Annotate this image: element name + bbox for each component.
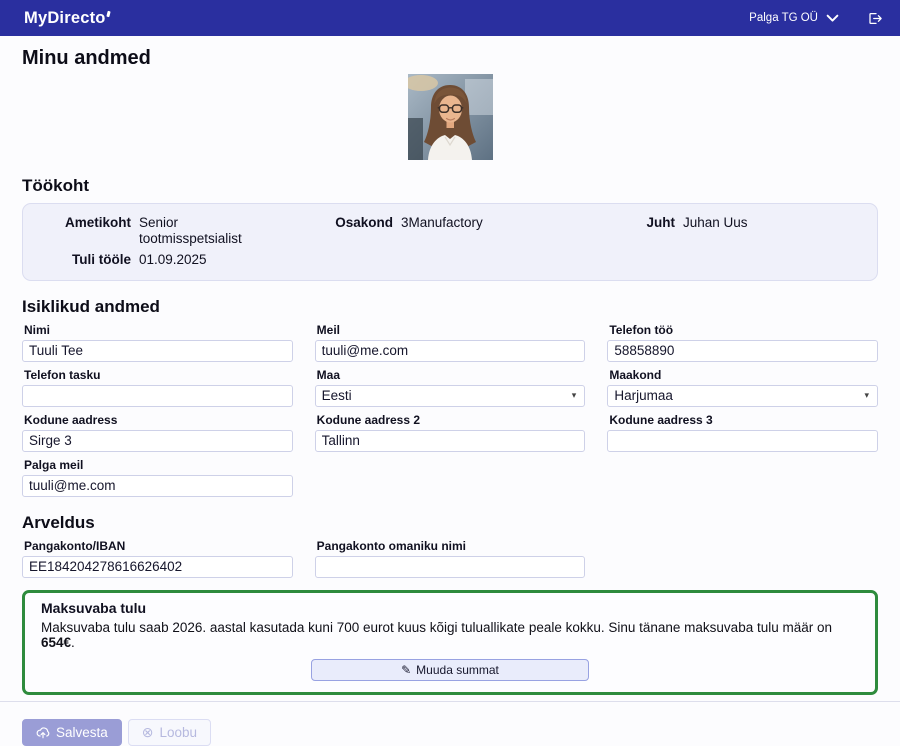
chevron-down-icon (826, 14, 839, 23)
pangakonto-omaniku-nimi-label: Pangakonto omaniku nimi (317, 539, 586, 553)
select-arrow-icon: ▾ (572, 391, 577, 400)
field-maa: Maa Eesti ▾ (315, 368, 586, 407)
edit-amount-label: Muuda summat (416, 663, 499, 677)
nimi-input[interactable] (22, 340, 293, 362)
profile-photo (408, 74, 493, 160)
tuli-toole-value: 01.09.2025 (139, 252, 289, 268)
billing-heading: Arveldus (22, 513, 878, 533)
field-telefon-tasku: Telefon tasku (22, 368, 293, 407)
footer-actions: Salvesta ⊗ Loobu (22, 719, 878, 746)
maa-label: Maa (317, 368, 586, 382)
kodune-aadress-2-input[interactable] (315, 430, 586, 452)
field-pangakonto-iban: Pangakonto/IBAN (22, 539, 293, 578)
maa-select-value: Eesti (322, 388, 352, 403)
kodune-aadress-input[interactable] (22, 430, 293, 452)
tax-exempt-card: Maksuvaba tulu Maksuvaba tulu saab 2026.… (22, 590, 878, 695)
cancel-button[interactable]: ⊗ Loobu (128, 719, 211, 746)
maakond-select-value: Harjumaa (614, 388, 673, 403)
tax-exempt-text: Maksuvaba tulu saab 2026. aastal kasutad… (41, 620, 859, 650)
field-meil: Meil (315, 323, 586, 362)
save-button-label: Salvesta (56, 725, 108, 740)
field-kodune-aadress-2: Kodune aadress 2 (315, 413, 586, 452)
tax-exempt-heading: Maksuvaba tulu (41, 600, 859, 616)
field-kodune-aadress-3: Kodune aadress 3 (607, 413, 878, 452)
cancel-circle-icon: ⊗ (142, 725, 154, 739)
kodune-aadress-3-input[interactable] (607, 430, 878, 452)
osakond-label: Osakond (297, 215, 393, 247)
kodune-aadress-3-label: Kodune aadress 3 (609, 413, 878, 427)
telefon-too-input[interactable] (607, 340, 878, 362)
main-content: Minu andmed Töökoht Ametikoht (0, 47, 900, 746)
personal-heading: Isiklikud andmed (22, 297, 878, 317)
meil-input[interactable] (315, 340, 586, 362)
pencil-icon: ✎ (401, 663, 411, 677)
osakond-value: 3Manufactory (401, 215, 611, 247)
field-kodune-aadress: Kodune aadress (22, 413, 293, 452)
palga-meil-input[interactable] (22, 475, 293, 497)
workplace-card: Ametikoht Senior tootmisspetsialist Osak… (22, 203, 878, 281)
save-button[interactable]: Salvesta (22, 719, 122, 746)
billing-form: Pangakonto/IBAN Pangakonto omaniku nimi (22, 539, 878, 578)
logout-icon (867, 11, 882, 26)
logout-button[interactable] (865, 9, 884, 28)
page-title: Minu andmed (22, 47, 878, 70)
logo-text: MyDirecto (24, 9, 106, 28)
maakond-label: Maakond (609, 368, 878, 382)
maakond-select[interactable]: Harjumaa ▾ (607, 385, 878, 407)
cancel-button-label: Loobu (160, 725, 198, 740)
juht-label: Juht (619, 215, 675, 247)
header-right: Palga TG OÜ (749, 9, 884, 28)
app-header: MyDirecto Palga TG OÜ (0, 0, 900, 36)
nimi-label: Nimi (24, 323, 293, 337)
logo-tick-icon (106, 10, 110, 17)
telefon-too-label: Telefon töö (609, 323, 878, 337)
field-pangakonto-omaniku-nimi: Pangakonto omaniku nimi (315, 539, 586, 578)
pangakonto-omaniku-nimi-input[interactable] (315, 556, 586, 578)
ametikoht-label: Ametikoht (35, 215, 131, 247)
select-arrow-icon: ▾ (864, 391, 869, 400)
meil-label: Meil (317, 323, 586, 337)
pangakonto-iban-label: Pangakonto/IBAN (24, 539, 293, 553)
photo-wrap (22, 74, 878, 160)
telefon-tasku-label: Telefon tasku (24, 368, 293, 382)
field-maakond: Maakond Harjumaa ▾ (607, 368, 878, 407)
kodune-aadress-label: Kodune aadress (24, 413, 293, 427)
workplace-heading: Töökoht (22, 176, 878, 196)
app-logo: MyDirecto (24, 9, 110, 28)
tuli-toole-label: Tuli tööle (35, 252, 131, 268)
tax-exempt-amount: 654€ (41, 635, 71, 650)
company-menu-label: Palga TG OÜ (749, 12, 818, 24)
palga-meil-label: Palga meil (24, 458, 293, 472)
personal-form: Nimi Meil Telefon töö Telefon tasku Maa … (22, 323, 878, 497)
maa-select[interactable]: Eesti ▾ (315, 385, 586, 407)
telefon-tasku-input[interactable] (22, 385, 293, 407)
footer-divider (0, 701, 900, 702)
pangakonto-iban-input[interactable] (22, 556, 293, 578)
ametikoht-value: Senior tootmisspetsialist (139, 215, 261, 247)
field-telefon-too: Telefon töö (607, 323, 878, 362)
kodune-aadress-2-label: Kodune aadress 2 (317, 413, 586, 427)
field-nimi: Nimi (22, 323, 293, 362)
field-palga-meil: Palga meil (22, 458, 293, 497)
juht-value: Juhan Uus (683, 215, 865, 247)
edit-amount-button[interactable]: ✎ Muuda summat (311, 659, 589, 681)
company-menu[interactable]: Palga TG OÜ (749, 12, 839, 24)
